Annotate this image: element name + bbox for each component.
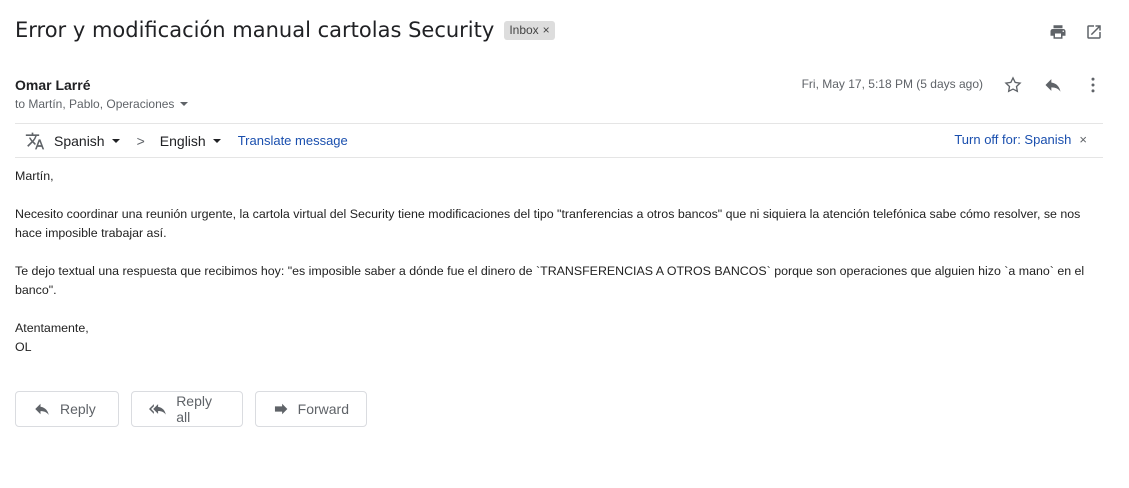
reply-button-label: Reply xyxy=(60,401,96,417)
source-language-label: Spanish xyxy=(54,132,105,149)
reply-all-button-label: Reply all xyxy=(176,393,212,425)
forward-button[interactable]: Forward xyxy=(255,391,367,427)
body-greeting: Martín, xyxy=(15,169,54,183)
turn-off-translation: Turn off for: Spanish × xyxy=(954,132,1087,147)
body-paragraph-1: Necesito coordinar una reunión urgente, … xyxy=(15,207,1081,240)
body-signoff: Atentamente, xyxy=(15,321,89,335)
recipients-text: to Martín, Pablo, Operaciones xyxy=(15,97,175,111)
forward-icon xyxy=(274,403,288,415)
message-actions xyxy=(1003,75,1103,95)
target-language-label: English xyxy=(159,132,206,149)
forward-button-label: Forward xyxy=(297,401,349,417)
chevron-down-icon xyxy=(111,138,120,143)
label-chip-text: Inbox xyxy=(509,23,539,37)
close-icon[interactable]: × xyxy=(1079,132,1087,147)
source-language-dropdown[interactable]: Spanish xyxy=(54,133,120,149)
email-body: Martín, Necesito coordinar una reunión u… xyxy=(15,167,1105,357)
reply-all-icon xyxy=(149,404,166,415)
body-paragraph-2: Te dejo textual una respuesta que recibi… xyxy=(15,264,1085,297)
recipients-line: to Martín, Pablo, Operaciones xyxy=(15,97,189,111)
reply-actions: Reply Reply all Forward xyxy=(15,391,367,427)
target-language-dropdown[interactable]: English xyxy=(160,133,221,149)
reply-icon xyxy=(35,403,49,415)
email-view: Error y modificación manual cartolas Sec… xyxy=(0,0,1129,488)
reply-button[interactable]: Reply xyxy=(15,391,119,427)
email-subject: Error y modificación manual cartolas Sec… xyxy=(15,18,495,42)
inbox-label-chip[interactable]: Inbox × xyxy=(504,20,555,40)
reply-all-button[interactable]: Reply all xyxy=(131,391,243,427)
print-icon[interactable] xyxy=(1048,22,1068,42)
more-vert-icon[interactable] xyxy=(1083,75,1103,95)
translate-icon xyxy=(24,131,46,151)
sender-name[interactable]: Omar Larré xyxy=(15,77,90,93)
top-toolbar xyxy=(1048,22,1104,42)
translate-bar: Spanish > English Translate message Turn… xyxy=(15,123,1103,158)
show-details-chevron-down-icon[interactable] xyxy=(180,102,189,106)
reply-icon[interactable] xyxy=(1043,75,1063,95)
open-in-new-icon[interactable] xyxy=(1084,22,1104,42)
email-date: Fri, May 17, 5:18 PM (5 days ago) xyxy=(801,77,983,91)
subject-row: Error y modificación manual cartolas Sec… xyxy=(15,18,555,42)
body-signature: OL xyxy=(15,340,32,354)
chevron-down-icon xyxy=(212,138,221,143)
remove-label-icon[interactable]: × xyxy=(543,23,550,37)
arrow-right-icon: > xyxy=(136,132,145,149)
turn-off-translation-link[interactable]: Turn off for: Spanish xyxy=(954,132,1071,147)
translate-message-link[interactable]: Translate message xyxy=(238,133,348,148)
star-icon[interactable] xyxy=(1003,75,1023,95)
